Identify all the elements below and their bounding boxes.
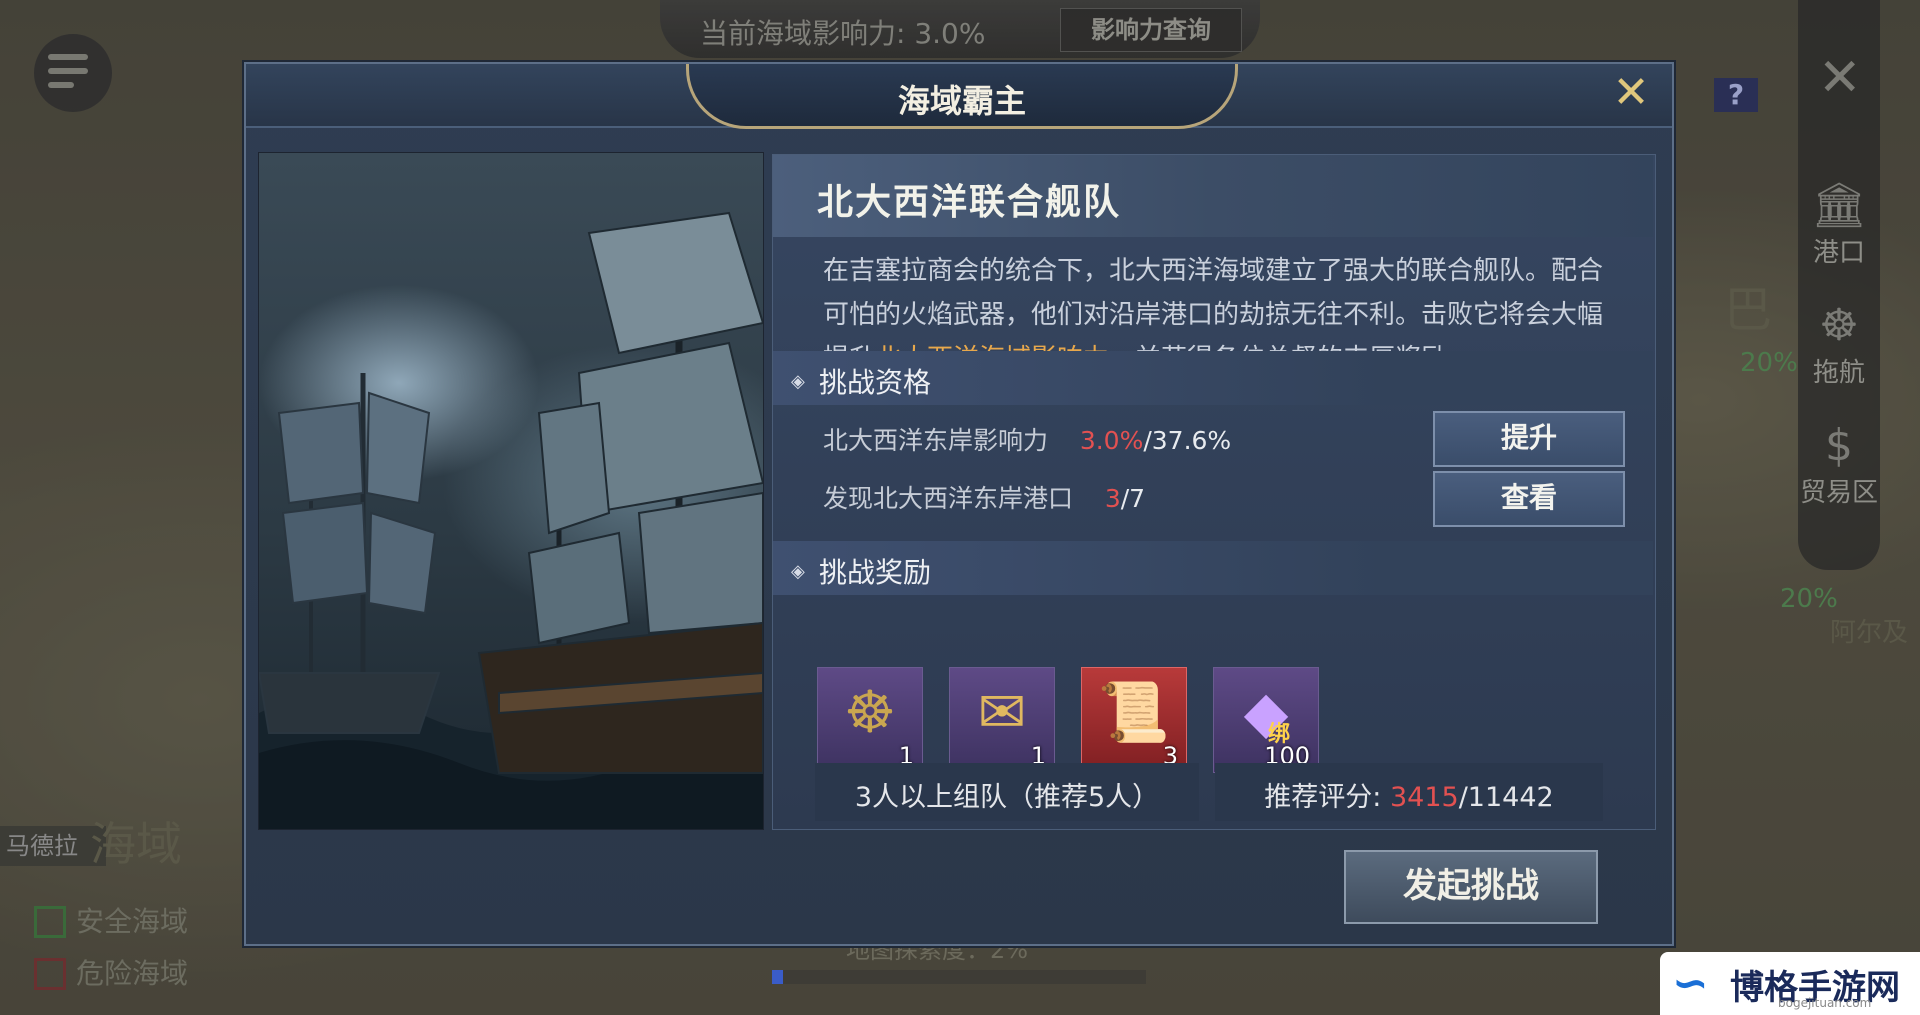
rail-item-harbor[interactable]: 🏛 港口 [1800,180,1878,269]
legend-danger-label: 危险海域 [76,957,189,990]
legend-safe-box [34,906,66,938]
qualification-title: 挑战资格 [819,366,932,399]
rating-label: 推荐评分: [1264,782,1390,813]
fleet-info-panel: 北大西洋联合舰队 在吉塞拉商会的统合下，北大西洋海域建立了强大的联合舰队。配合可… [772,154,1656,830]
ship-wheel-icon: ☸ [1819,300,1859,351]
close-icon[interactable]: ✕ [1818,48,1862,108]
watermark-url: bogejituan.com [1778,996,1872,1010]
diamond-icon: ◈ [791,561,805,582]
legend-danger-box [34,958,66,990]
qualification-current: 3 [1104,484,1121,513]
rail-label: 港口 [1812,238,1865,268]
compass-medal-icon: ☸ [844,678,896,746]
money-bag-icon: $ [1825,420,1853,471]
explore-progress-bar [772,970,1146,984]
rewards-title: 挑战奖励 [819,556,932,589]
legend-safe-label: 安全海域 [76,905,189,938]
menu-line-icon [48,68,88,74]
team-requirement: 3人以上组队（推荐5人） [815,763,1199,821]
qualification-target: /7 [1120,484,1146,513]
qualification-current: 3.0% [1079,426,1144,455]
sealed-letter-icon: ✉ [977,678,1027,746]
rail-item-trade[interactable]: $ 贸易区 [1800,420,1878,509]
qualification-label: 北大西洋东岸影响力 [823,426,1049,455]
start-challenge-button[interactable]: 发起挑战 [1344,850,1598,924]
qualification-header: ◈ 挑战资格 [773,351,1653,405]
rewards-header: ◈ 挑战奖励 [773,541,1653,595]
map-label: 阿尔及 [1830,618,1909,648]
rating-text: 推荐评分: 3415/11442 [1215,775,1603,814]
watermark: ∽ 博格手游网 bogejituan.com [1660,952,1920,1015]
influence-text: 当前海域影响力: 3.0% [700,17,986,50]
team-text: 3人以上组队（推荐5人） [854,782,1160,813]
dialog-title: 海域霸主 [897,82,1026,120]
sea-overlord-dialog: 海域霸主 ✕ 北大西洋联合舰队 在吉塞拉商会的统合下，北大西洋海域建立了强大的联… [244,62,1674,946]
improve-button[interactable]: 提升 [1433,411,1625,467]
menu-line-icon [48,54,88,60]
rating-current: 3415 [1389,782,1459,813]
fleet-banner: 北大西洋联合舰队 [773,155,1653,237]
fleet-illustration [258,152,764,830]
watermark-logo-icon: ∽ [1672,958,1709,1009]
reward-item[interactable]: 📜 3 [1081,667,1187,773]
reward-item[interactable]: ☸ 1 [817,667,923,773]
qualification-label: 发现北大西洋东岸港口 [823,484,1074,513]
qualification-ports: 发现北大西洋东岸港口 3/7 [823,479,1145,515]
reward-item[interactable]: ◆ 绑 100 [1213,667,1319,773]
map-percent: 20% [1780,584,1838,614]
recommended-rating: 推荐评分: 3415/11442 [1215,763,1603,821]
sea-label: 海域 [90,817,182,871]
title-plate: 海域霸主 [686,64,1238,129]
influence-bar: 当前海域影响力: 3.0% 影响力查询 [660,0,1260,58]
golden-scroll-icon: 📜 [1097,678,1171,746]
diamond-icon: ◈ [791,371,805,392]
dialog-close-icon[interactable]: ✕ [1608,70,1654,116]
view-button[interactable]: 查看 [1433,471,1625,527]
explore-progress-fill [772,970,784,984]
help-badge[interactable]: ? [1714,78,1758,112]
ships-art [259,211,763,829]
qualification-influence: 北大西洋东岸影响力 3.0%/37.6% [823,421,1231,457]
qualification-target: /37.6% [1143,426,1232,455]
map-label: 巴 [1724,282,1773,338]
rail-item-tow[interactable]: ☸ 拖航 [1800,300,1878,389]
menu-line-icon [48,82,74,88]
menu-search-button[interactable] [34,34,112,112]
rail-label: 拖航 [1812,358,1865,388]
harbor-icon: 🏛 [1811,180,1867,231]
rating-total: /11442 [1458,782,1554,813]
reward-item[interactable]: ✉ 1 [949,667,1055,773]
purple-diamond-icon: ◆ [1243,678,1289,746]
rail-label: 贸易区 [1800,478,1879,508]
dialog-header: 海域霸主 ✕ [246,64,1672,129]
influence-query-button[interactable]: 影响力查询 [1060,8,1242,52]
fleet-name: 北大西洋联合舰队 [817,181,1122,223]
map-percent: 20% [1740,348,1798,378]
